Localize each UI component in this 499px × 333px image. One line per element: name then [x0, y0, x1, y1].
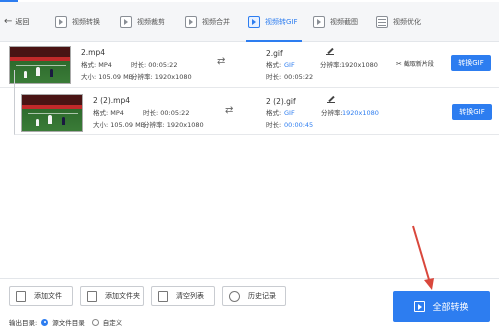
clear-list-label: 清空列表 — [176, 292, 204, 300]
source-format: 格式: MP4 — [93, 109, 124, 117]
tab-video-merge[interactable]: 视频合并 — [185, 12, 230, 32]
scissors-icon: ✂ — [396, 59, 402, 68]
add-folder-label: 添加文件夹 — [105, 292, 140, 300]
output-format: GIF — [284, 109, 295, 117]
tab-video-to-gif[interactable]: 视频转GIF — [248, 12, 298, 32]
history-label: 历史记录 — [248, 292, 276, 300]
tab-video-optimize[interactable]: 视频优化 — [376, 12, 421, 32]
source-size: 大小: 105.09 MB — [81, 73, 134, 81]
sliders-icon — [376, 16, 388, 28]
thumbnail-player — [36, 67, 40, 76]
output-duration: 00:05:22 — [284, 73, 314, 81]
annotation-arrow-head — [424, 278, 434, 290]
convert-all-button[interactable]: 全部转换 — [393, 291, 490, 322]
output-format-label: 格式: — [266, 61, 282, 69]
video-crop-icon — [120, 16, 132, 28]
tab-label: 视频转GIF — [265, 18, 298, 26]
gif-icon — [248, 16, 260, 28]
app-accent-mark — [0, 0, 18, 2]
tab-video-screenshot[interactable]: 视频截图 — [313, 12, 358, 32]
history-button[interactable]: 历史记录 — [222, 286, 286, 306]
screenshot-icon — [313, 16, 325, 28]
shuffle-icon: ⇄ — [217, 56, 226, 67]
thumbnail-player — [48, 115, 52, 124]
source-duration: 时长: 00:05:22 — [143, 109, 190, 117]
output-resolution: 1920x1080 — [341, 61, 378, 69]
output-resolution: 1920x1080 — [342, 109, 379, 117]
source-file-name: 2.mp4 — [81, 48, 105, 57]
bottom-divider — [0, 278, 499, 279]
top-accent-strip — [0, 0, 499, 2]
source-file-name: 2 (2).mp4 — [93, 96, 131, 105]
thumbnail-player — [24, 71, 27, 78]
clip-new-segment-button[interactable]: ✂ 截取新片段 — [396, 59, 434, 69]
output-duration-label: 时长: — [266, 121, 282, 129]
custom-dir-radio[interactable] — [91, 318, 99, 326]
tab-label: 视频合并 — [202, 18, 230, 26]
source-dir-option-label[interactable]: 源文件目录 — [52, 317, 85, 327]
shuffle-icon: ⇄ — [225, 105, 234, 116]
source-size: 大小: 105.09 MB — [93, 121, 146, 129]
back-arrow-icon: ← — [4, 16, 13, 27]
output-resolution-label: 分辨率: — [321, 109, 343, 117]
video-thumbnail — [21, 94, 83, 132]
play-icon — [414, 301, 426, 312]
add-folder-button[interactable]: 添加文件夹 — [80, 286, 144, 306]
thumbnail-player — [36, 119, 39, 126]
output-file-name: 2 (2).gif — [266, 97, 296, 106]
output-format-label: 格式: — [266, 109, 282, 117]
convert-all-label: 全部转换 — [432, 303, 469, 313]
source-resolution: 分辨率: 1920x1080 — [143, 121, 204, 129]
tab-label: 视频截图 — [330, 18, 358, 26]
thumbnail-field-line — [16, 65, 66, 66]
convert-gif-button[interactable]: 转换GIF — [452, 104, 492, 120]
output-resolution-label: 分辨率: — [320, 61, 342, 69]
tab-label: 视频优化 — [393, 18, 421, 26]
output-directory-label: 输出目录: — [9, 319, 38, 327]
output-duration: 00:00:45 — [284, 121, 314, 129]
video-convert-icon — [55, 16, 67, 28]
tab-video-convert[interactable]: 视频转换 — [55, 12, 100, 32]
output-duration-label: 时长: — [266, 73, 282, 81]
edit-icon[interactable] — [326, 47, 334, 55]
output-file-name: 2.gif — [266, 49, 283, 58]
tab-label: 视频裁剪 — [137, 18, 165, 26]
custom-dir-option-label[interactable]: 自定义 — [103, 317, 123, 327]
clip-label: 截取新片段 — [403, 61, 434, 68]
thumbnail-field-line — [28, 113, 78, 114]
add-file-button[interactable]: 添加文件 — [9, 286, 73, 306]
top-navigation-bar: ← 返回 视频转换 视频裁剪 视频合并 视频转GIF 视频截图 视频优化 — [0, 0, 499, 42]
source-format: 格式: MP4 — [81, 61, 112, 69]
convert-gif-button[interactable]: 转换GIF — [451, 55, 491, 71]
add-folder-icon — [87, 290, 97, 302]
video-merge-icon — [185, 16, 197, 28]
tab-label: 视频转换 — [72, 18, 100, 26]
output-directory-row: 输出目录: 源文件目录 自定义 — [9, 317, 122, 327]
file-row[interactable]: 2 (2).mp4 格式: MP4 时长: 00:05:22 大小: 105.0… — [14, 89, 499, 135]
source-duration: 时长: 00:05:22 — [131, 61, 178, 69]
edit-icon[interactable] — [327, 95, 335, 103]
add-file-label: 添加文件 — [34, 292, 62, 300]
back-button[interactable]: ← 返回 — [4, 14, 29, 30]
output-format: GIF — [284, 61, 295, 69]
source-resolution: 分辨率: 1920x1080 — [131, 73, 192, 81]
clear-list-button[interactable]: 清空列表 — [151, 286, 215, 306]
add-file-icon — [16, 290, 26, 302]
clock-icon — [229, 290, 240, 302]
tab-video-crop[interactable]: 视频裁剪 — [120, 12, 165, 32]
file-row[interactable]: 2.mp4 格式: MP4 时长: 00:05:22 大小: 105.09 MB… — [0, 42, 499, 88]
back-label: 返回 — [15, 18, 30, 26]
annotation-arrow-shaft — [412, 225, 431, 284]
trash-icon — [158, 290, 168, 302]
thumbnail-player — [62, 117, 65, 125]
source-dir-radio[interactable] — [41, 318, 49, 326]
thumbnail-player — [50, 69, 53, 77]
